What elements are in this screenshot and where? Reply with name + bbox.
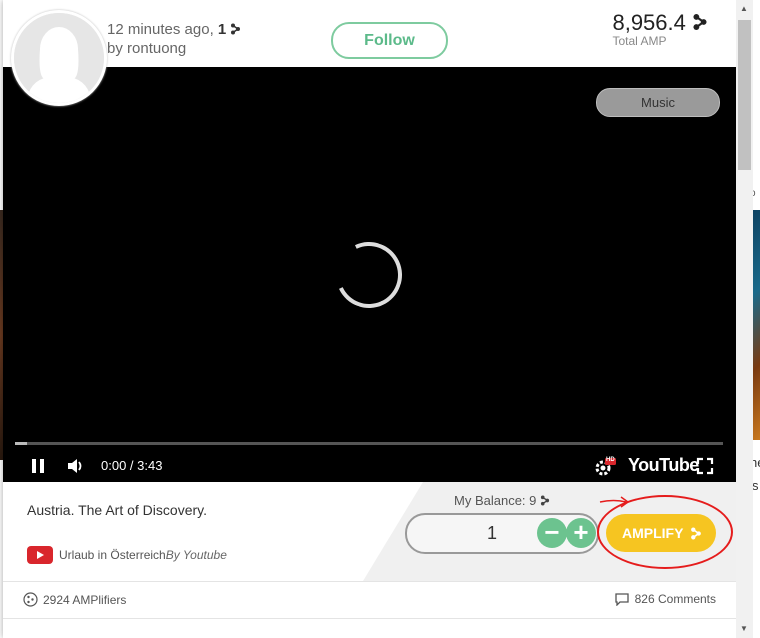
- post-source[interactable]: Urlaub in ÖsterreichBy Youtube: [59, 548, 227, 562]
- video-player[interactable]: Music 0:00 / 3:43 HD YouTube: [3, 67, 736, 482]
- post-meta: 12 minutes ago, 1 by rontuong: [107, 20, 241, 58]
- category-tag[interactable]: Music: [596, 88, 720, 117]
- scroll-down-icon[interactable]: ▼: [740, 624, 748, 633]
- follow-button[interactable]: Follow: [331, 22, 448, 59]
- video-progress-fill: [15, 442, 27, 445]
- amp-icon: [231, 23, 241, 35]
- comment-icon: [614, 593, 629, 607]
- scroll-up-icon[interactable]: ▲: [740, 4, 748, 13]
- page-scrollbar[interactable]: ▲ ▼: [736, 0, 753, 638]
- user-silhouette-icon: [14, 13, 104, 103]
- amp-circle-icon: [23, 592, 38, 607]
- source-label: By Youtube: [165, 548, 227, 562]
- channel-name: Urlaub in Österreich: [59, 548, 166, 562]
- decrement-button[interactable]: −: [537, 518, 567, 548]
- post-author[interactable]: by rontuong: [107, 39, 241, 58]
- quantity-value[interactable]: 1: [487, 523, 497, 544]
- comments-label: 826 Comments: [634, 592, 716, 606]
- scrollbar-thumb[interactable]: [738, 20, 751, 170]
- video-progress-bar[interactable]: [15, 442, 723, 445]
- post-time: 12 minutes ago,: [107, 21, 214, 38]
- post-header: 12 minutes ago, 1 by rontuong Follow 8,9…: [3, 0, 736, 67]
- balance-label: My Balance: 9: [454, 493, 537, 508]
- video-controls: 0:00 / 3:43 HD YouTube: [3, 452, 736, 482]
- volume-icon[interactable]: [66, 457, 86, 475]
- amp-icon: [540, 495, 550, 506]
- amp-icon: [693, 14, 707, 30]
- total-amp-value: 8,956.4: [612, 10, 686, 35]
- avatar[interactable]: [11, 10, 107, 106]
- increment-button[interactable]: +: [566, 518, 596, 548]
- my-balance: My Balance: 9: [454, 493, 550, 508]
- comments-count[interactable]: 826 Comments: [614, 592, 716, 607]
- quantity-stepper[interactable]: 1 − +: [405, 513, 599, 554]
- hd-badge: HD: [606, 457, 615, 463]
- amplifiers-label: 2924 AMPlifiers: [43, 593, 127, 607]
- post-amp-count: 1: [217, 21, 227, 38]
- fullscreen-icon[interactable]: [696, 457, 714, 475]
- total-amp: 8,956.4 Total AMP: [612, 10, 708, 48]
- post-title: Austria. The Art of Discovery.: [27, 502, 207, 518]
- loading-spinner-icon: [326, 232, 412, 318]
- total-amp-label: Total AMP: [612, 34, 667, 48]
- youtube-icon: [27, 546, 53, 564]
- annotation-arrow-icon: [599, 496, 630, 508]
- amplifiers-count[interactable]: 2924 AMPlifiers: [23, 592, 126, 607]
- pause-icon[interactable]: [29, 457, 47, 475]
- youtube-logo[interactable]: YouTube: [628, 455, 699, 476]
- post-footer: 2924 AMPlifiers 826 Comments: [3, 581, 736, 619]
- video-time: 0:00 / 3:43: [101, 458, 163, 473]
